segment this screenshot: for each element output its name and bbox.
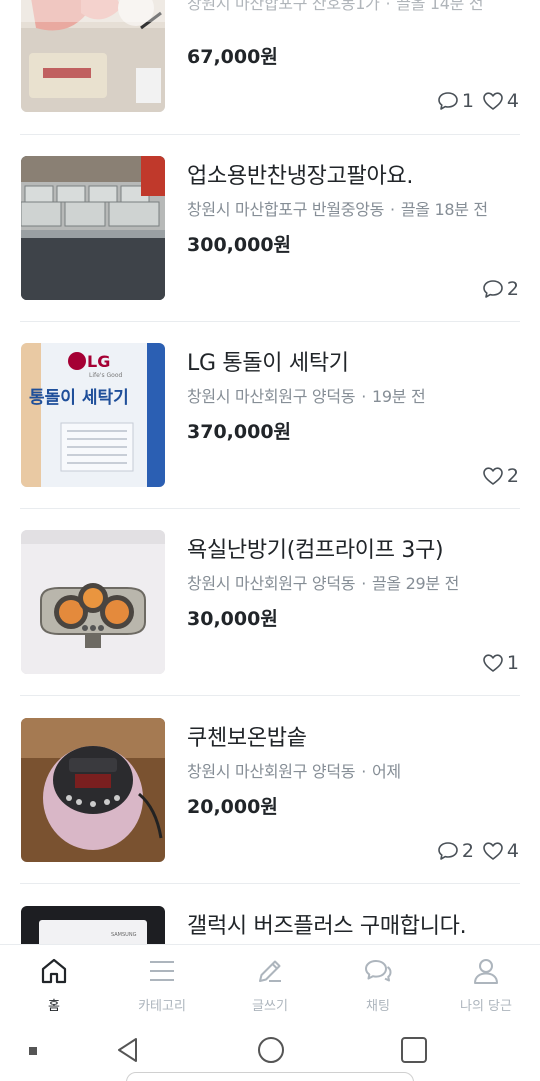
listing-title: 욕실난방기(컴프라이프 3구): [187, 538, 444, 563]
like-count: 4: [482, 840, 519, 862]
nav-home[interactable]: 홈: [0, 945, 108, 1021]
home-icon: [41, 958, 67, 984]
nav-label: 카테고리: [138, 999, 186, 1014]
gesture-handle[interactable]: [126, 1072, 414, 1081]
meta-separator: ·: [361, 387, 366, 406]
listing-thumbnail[interactable]: [21, 718, 165, 862]
nav-category[interactable]: 카테고리: [108, 945, 216, 1021]
heart-icon: [483, 654, 503, 672]
divider: [20, 321, 520, 322]
bottom-navigation: 홈 카테고리 글쓰기 채팅 나의 당근: [0, 944, 540, 1020]
nav-write[interactable]: 글쓰기: [216, 945, 324, 1021]
listing-location: 창원시 마산회원구 양덕동: [187, 574, 356, 593]
scroll-fade: [0, 0, 540, 22]
listing-thumbnail[interactable]: LG Life's Good 통돌이 세탁기: [21, 343, 165, 487]
lg-logo-text: LG: [87, 352, 110, 371]
nav-label: 글쓰기: [252, 999, 288, 1014]
meta-separator: ·: [361, 762, 366, 781]
home-button-icon[interactable]: [257, 1036, 285, 1064]
nav-label: 채팅: [366, 999, 390, 1014]
listing-location: 창원시 마산회원구 양덕동: [187, 387, 356, 406]
meta-separator: ·: [361, 574, 366, 593]
person-icon: [474, 959, 498, 984]
listing-stats: 2 4: [437, 840, 519, 862]
listing-stats: 2: [482, 465, 519, 487]
listing-feed: 창원시 마산합포구 산호동1가 · 끌올 14분 전 67,000원 1 4 업…: [0, 0, 540, 944]
pencil-icon: [259, 960, 281, 982]
listing-thumbnail[interactable]: SAMSUNG: [21, 906, 165, 944]
divider: [20, 883, 520, 884]
lg-product-text: 통돌이 세탁기: [29, 388, 129, 408]
listing-item[interactable]: LG Life's Good 통돌이 세탁기 LG 통돌이 세탁기 창원시 마산…: [20, 343, 520, 531]
nav-my-profile[interactable]: 나의 당근: [432, 945, 540, 1021]
listing-thumbnail[interactable]: [21, 156, 165, 300]
listing-time: 어제: [372, 762, 401, 781]
listing-title: 갤럭시 버즈플러스 구매합니다.: [187, 914, 467, 939]
listing-stats: 1: [482, 652, 519, 674]
listing-title: 쿠첸보온밥솥: [187, 726, 307, 751]
listing-meta: 창원시 마산회원구 양덕동 · 어제: [187, 758, 401, 782]
listing-item[interactable]: 창원시 마산합포구 산호동1가 · 끌올 14분 전 67,000원 1 4: [20, 0, 520, 156]
listing-item[interactable]: SAMSUNG 갤럭시 버즈플러스 구매합니다.: [20, 906, 520, 944]
chat-count: 2: [437, 840, 474, 862]
heart-icon: [483, 467, 503, 485]
back-icon[interactable]: [114, 1036, 142, 1064]
listing-item[interactable]: 업소용반찬냉장고팔아요. 창원시 마산합포구 반월중앙동 · 끌올 18분 전 30…: [20, 156, 520, 344]
listing-price: 20,000원: [187, 796, 278, 818]
like-count: 1: [482, 652, 519, 674]
recents-dot-icon[interactable]: [28, 1046, 38, 1056]
listing-meta: 창원시 마산합포구 반월중앙동 · 끌올 18분 전: [187, 196, 488, 220]
divider: [20, 695, 520, 696]
nav-label: 나의 당근: [460, 999, 512, 1014]
divider: [20, 134, 520, 135]
listing-time: 끌올 18분 전: [400, 200, 488, 219]
listing-item[interactable]: 쿠첸보온밥솥 창원시 마산회원구 양덕동 · 어제 20,000원 2 4: [20, 718, 520, 906]
chat-bubble-icon: [483, 280, 503, 298]
listing-time: 끌올 29분 전: [372, 574, 460, 593]
listing-price: 67,000원: [187, 46, 278, 68]
menu-icon: [150, 961, 174, 981]
listing-location: 창원시 마산합포구 반월중앙동: [187, 200, 385, 219]
samsung-brand-text: SAMSUNG: [111, 932, 137, 938]
listing-thumbnail[interactable]: [21, 530, 165, 674]
meta-separator: ·: [390, 200, 395, 219]
listing-price: 30,000원: [187, 608, 278, 630]
like-count: 2: [482, 465, 519, 487]
listing-price: 300,000원: [187, 234, 292, 256]
lg-tagline-text: Life's Good: [89, 372, 122, 379]
heart-icon: [483, 842, 503, 860]
heart-icon: [483, 92, 503, 110]
overview-icon[interactable]: [400, 1036, 428, 1064]
chat-icon: [365, 960, 392, 982]
listing-item[interactable]: 욕실난방기(컴프라이프 3구) 창원시 마산회원구 양덕동 · 끌올 29분 전 3…: [20, 530, 520, 718]
chat-bubble-icon: [438, 842, 458, 860]
listing-location: 창원시 마산회원구 양덕동: [187, 762, 356, 781]
chat-count: 1: [437, 90, 474, 112]
listing-title: LG 통돌이 세탁기: [187, 351, 349, 376]
nav-chat[interactable]: 채팅: [324, 945, 432, 1021]
listing-price: 370,000원: [187, 421, 292, 443]
chat-count: 2: [482, 278, 519, 300]
chat-bubble-icon: [438, 92, 458, 110]
listing-stats: 1 4: [437, 90, 519, 112]
listing-time: 19분 전: [372, 387, 426, 406]
listing-meta: 창원시 마산회원구 양덕동 · 끌올 29분 전: [187, 570, 459, 594]
listing-title: 업소용반찬냉장고팔아요.: [187, 164, 414, 189]
listing-meta: 창원시 마산회원구 양덕동 · 19분 전: [187, 383, 426, 407]
divider: [20, 508, 520, 509]
nav-label: 홈: [48, 999, 60, 1014]
listing-stats: 2: [482, 278, 519, 300]
like-count: 4: [482, 90, 519, 112]
